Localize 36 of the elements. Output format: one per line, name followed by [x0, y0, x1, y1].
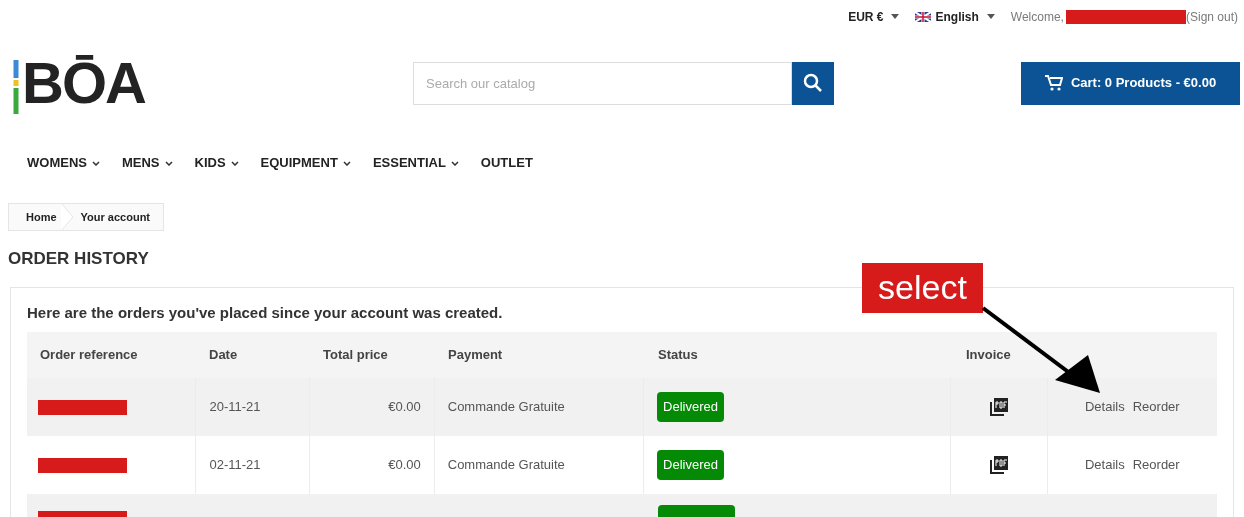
nav-item[interactable]: ESSENTIAL: [372, 153, 446, 173]
nav-item[interactable]: WOMENS: [27, 153, 87, 173]
welcome-text: Welcome,: [1010, 8, 1064, 26]
intro-text: Here are the orders you've placed since your account was created.: [27, 302, 504, 323]
breadcrumb-link[interactable]: Home: [9, 208, 61, 226]
table-cell-text: Commande Gratuite: [447, 398, 565, 417]
action-link[interactable]: Details: [1084, 397, 1125, 417]
table-cell-text: €0.00: [388, 398, 421, 417]
sign-out-link[interactable]: (Sign out): [1185, 7, 1238, 26]
nav-item[interactable]: EQUIPMENT: [260, 153, 338, 173]
action-link[interactable]: Reorder: [1132, 397, 1180, 417]
column-header: Order reference: [40, 347, 138, 363]
column-header: Payment: [448, 347, 503, 363]
column-header: Invoice: [966, 347, 1011, 363]
nav-item[interactable]: OUTLET: [480, 153, 533, 173]
nav-item[interactable]: KIDS: [194, 153, 226, 173]
table-cell-text: Commande Gratuite: [447, 456, 565, 475]
table-cell-text: 20-11-21: [209, 398, 261, 417]
table-cell-text: 02-11-21: [209, 456, 261, 475]
breadcrumb-link[interactable]: Your account: [72, 208, 164, 226]
language-label[interactable]: English: [935, 7, 979, 26]
search-field[interactable]: Search our catalog: [413, 61, 792, 105]
column-header: Status: [658, 347, 698, 363]
action-link[interactable]: Reorder: [1132, 455, 1180, 475]
annotation-label: select: [862, 263, 983, 313]
action-link[interactable]: Details: [1084, 455, 1125, 475]
cart-button[interactable]: Cart: 0 Products - €0.00: [1021, 61, 1240, 105]
status-badge: Delivered: [657, 392, 724, 422]
table-cell-text: €0.00: [388, 456, 421, 475]
currency-label[interactable]: EUR €: [848, 7, 884, 26]
page-title: ORDER HISTORY: [8, 248, 150, 270]
column-header: Date: [209, 347, 238, 363]
status-badge: Delivered: [657, 450, 724, 480]
logo[interactable]: BŌA: [22, 50, 148, 116]
column-header: Total price: [323, 347, 388, 363]
nav-item[interactable]: MENS: [121, 153, 160, 173]
